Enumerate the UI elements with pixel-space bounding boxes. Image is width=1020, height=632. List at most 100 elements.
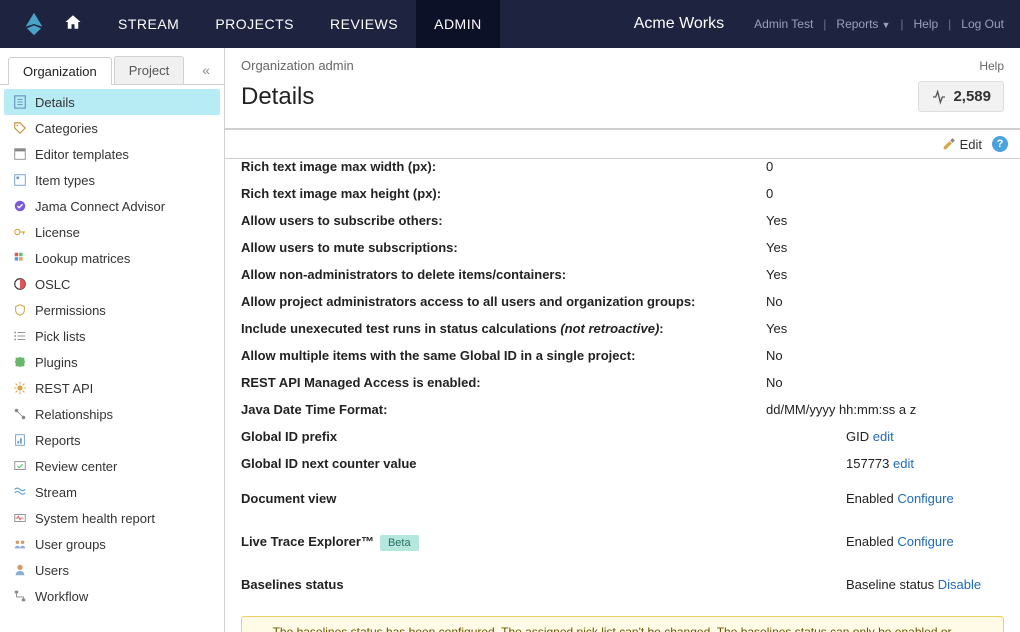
detail-row: Rich text image max height (px):0 [225, 180, 1020, 207]
detail-row: Java Date Time Format:dd/MM/yyyy hh:mm:s… [225, 396, 1020, 423]
detail-value: Baseline status Disable [766, 577, 1004, 592]
template-icon [12, 146, 28, 162]
link-disable[interactable]: Disable [938, 577, 981, 592]
edit-button[interactable]: Edit [942, 137, 982, 152]
info-icon[interactable]: ? [992, 136, 1008, 152]
sidebar-item-editor-templates[interactable]: Editor templates [4, 141, 220, 167]
sidebar-item-pick-lists[interactable]: Pick lists [4, 323, 220, 349]
sidebar-item-review-center[interactable]: Review center [4, 453, 220, 479]
detail-value: No [766, 375, 1004, 390]
detail-label: Baselines status [241, 577, 766, 592]
groups-icon [12, 536, 28, 552]
link-edit[interactable]: edit [873, 429, 894, 444]
detail-label: Global ID prefix [241, 429, 766, 444]
edit-icon [942, 137, 956, 151]
puzzle-icon [12, 354, 28, 370]
sidebar-item-label: Reports [35, 433, 81, 448]
nav-reviews[interactable]: REVIEWS [312, 0, 416, 48]
detail-value: Enabled Configure [766, 491, 1004, 506]
sidebar-item-jama-connect-advisor[interactable]: Jama Connect Advisor [4, 193, 220, 219]
sidebar-tabs: OrganizationProject « [0, 48, 224, 85]
sidebar-item-label: Users [35, 563, 69, 578]
nav-right: Admin Test | Reports▼ | Help | Log Out [748, 17, 1020, 31]
home-icon[interactable] [64, 13, 82, 36]
sidebar-item-rest-api[interactable]: REST API [4, 375, 220, 401]
sidebar-item-label: Lookup matrices [35, 251, 130, 266]
company-name: Acme Works [634, 15, 724, 33]
link-configure[interactable]: Configure [897, 534, 953, 549]
sidebar-item-permissions[interactable]: Permissions [4, 297, 220, 323]
sidebar-item-item-types[interactable]: Item types [4, 167, 220, 193]
sidebar-item-label: Relationships [35, 407, 113, 422]
detail-value: dd/MM/yyyy hh:mm:ss a z [766, 402, 1004, 417]
sidebar-tree: Details Categories Editor templatesItem ty… [0, 85, 224, 632]
sidebar-item-reports[interactable]: Reports [4, 427, 220, 453]
detail-label: Include unexecuted test runs in status c… [241, 321, 766, 336]
detail-label: REST API Managed Access is enabled: [241, 375, 766, 390]
detail-row: Baselines statusBaseline status Disable [225, 563, 1020, 606]
key-icon [12, 224, 28, 240]
warning-box: ⚠The baselines status has been configure… [241, 616, 1004, 632]
sidebar-item-relationships[interactable]: Relationships [4, 401, 220, 427]
sidebar-item-system-health-report[interactable]: System health report [4, 505, 220, 531]
top-nav: STREAMPROJECTSREVIEWSADMIN Acme Works Ad… [0, 0, 1020, 48]
sidebar-item-users[interactable]: Users [4, 557, 220, 583]
sidebar-item-label: Categories [35, 121, 98, 136]
content-help-link[interactable]: Help [979, 59, 1004, 73]
help-link[interactable]: Help [907, 17, 944, 31]
activity-icon [931, 89, 947, 105]
detail-value: 157773 edit [766, 456, 1004, 471]
detail-row: Document viewEnabled Configure [225, 477, 1020, 520]
tab-project[interactable]: Project [114, 56, 184, 84]
detail-label: Global ID next counter value [241, 456, 766, 471]
stream-icon [12, 484, 28, 500]
detail-label: Allow non-administrators to delete items… [241, 267, 766, 282]
breadcrumb: Organization admin [241, 58, 354, 73]
sidebar-item-label: Plugins [35, 355, 78, 370]
sidebar-item-license[interactable]: License [4, 219, 220, 245]
nav-admin[interactable]: ADMIN [416, 0, 500, 48]
sidebar-item-user-groups[interactable]: User groups [4, 531, 220, 557]
sidebar-item-workflow[interactable]: Workflow [4, 583, 220, 609]
detail-value: Enabled Configure [766, 534, 1004, 549]
sidebar-item-stream[interactable]: Stream [4, 479, 220, 505]
logout-link[interactable]: Log Out [955, 17, 1020, 31]
sidebar-item-lookup-matrices[interactable]: Lookup matrices [4, 245, 220, 271]
counter-badge: 2,589 [918, 81, 1004, 112]
detail-row: Allow non-administrators to delete items… [225, 261, 1020, 288]
sidebar-item-details[interactable]: Details [4, 89, 220, 115]
sidebar-item-label: Details [35, 95, 75, 110]
detail-row: Live Trace Explorer™BetaEnabled Configur… [225, 520, 1020, 563]
sidebar-item-plugins[interactable]: Plugins [4, 349, 220, 375]
oslc-icon [12, 276, 28, 292]
content: Organization admin Help Details 2,589 Ed… [225, 48, 1020, 632]
user-icon [12, 562, 28, 578]
api-icon [12, 380, 28, 396]
page-title: Details [241, 83, 314, 111]
reports-link[interactable]: Reports▼ [830, 17, 896, 31]
logo[interactable] [16, 6, 52, 42]
sidebar-item-oslc[interactable]: OSLC [4, 271, 220, 297]
detail-label: Rich text image max width (px): [241, 159, 766, 174]
itemtype-icon [12, 172, 28, 188]
link-configure[interactable]: Configure [897, 491, 953, 506]
toolbar: Edit ? [225, 130, 1020, 159]
link-edit[interactable]: edit [893, 456, 914, 471]
sidebar-item-label: License [35, 225, 80, 240]
nav-stream[interactable]: STREAM [100, 0, 197, 48]
detail-label: Allow multiple items with the same Globa… [241, 348, 766, 363]
detail-value: Yes [766, 267, 1004, 282]
chevron-down-icon: ▼ [881, 20, 890, 30]
rel-icon [12, 406, 28, 422]
detail-label: Java Date Time Format: [241, 402, 766, 417]
tab-organization[interactable]: Organization [8, 57, 112, 85]
shield-icon [12, 302, 28, 318]
collapse-icon[interactable]: « [202, 62, 210, 78]
beta-badge: Beta [380, 535, 419, 551]
advisor-icon [12, 198, 28, 214]
sidebar-item-label: Workflow [35, 589, 88, 604]
user-link[interactable]: Admin Test [748, 17, 819, 31]
sidebar-item-categories[interactable]: Categories [4, 115, 220, 141]
nav-projects[interactable]: PROJECTS [197, 0, 312, 48]
sidebar-item-label: OSLC [35, 277, 70, 292]
